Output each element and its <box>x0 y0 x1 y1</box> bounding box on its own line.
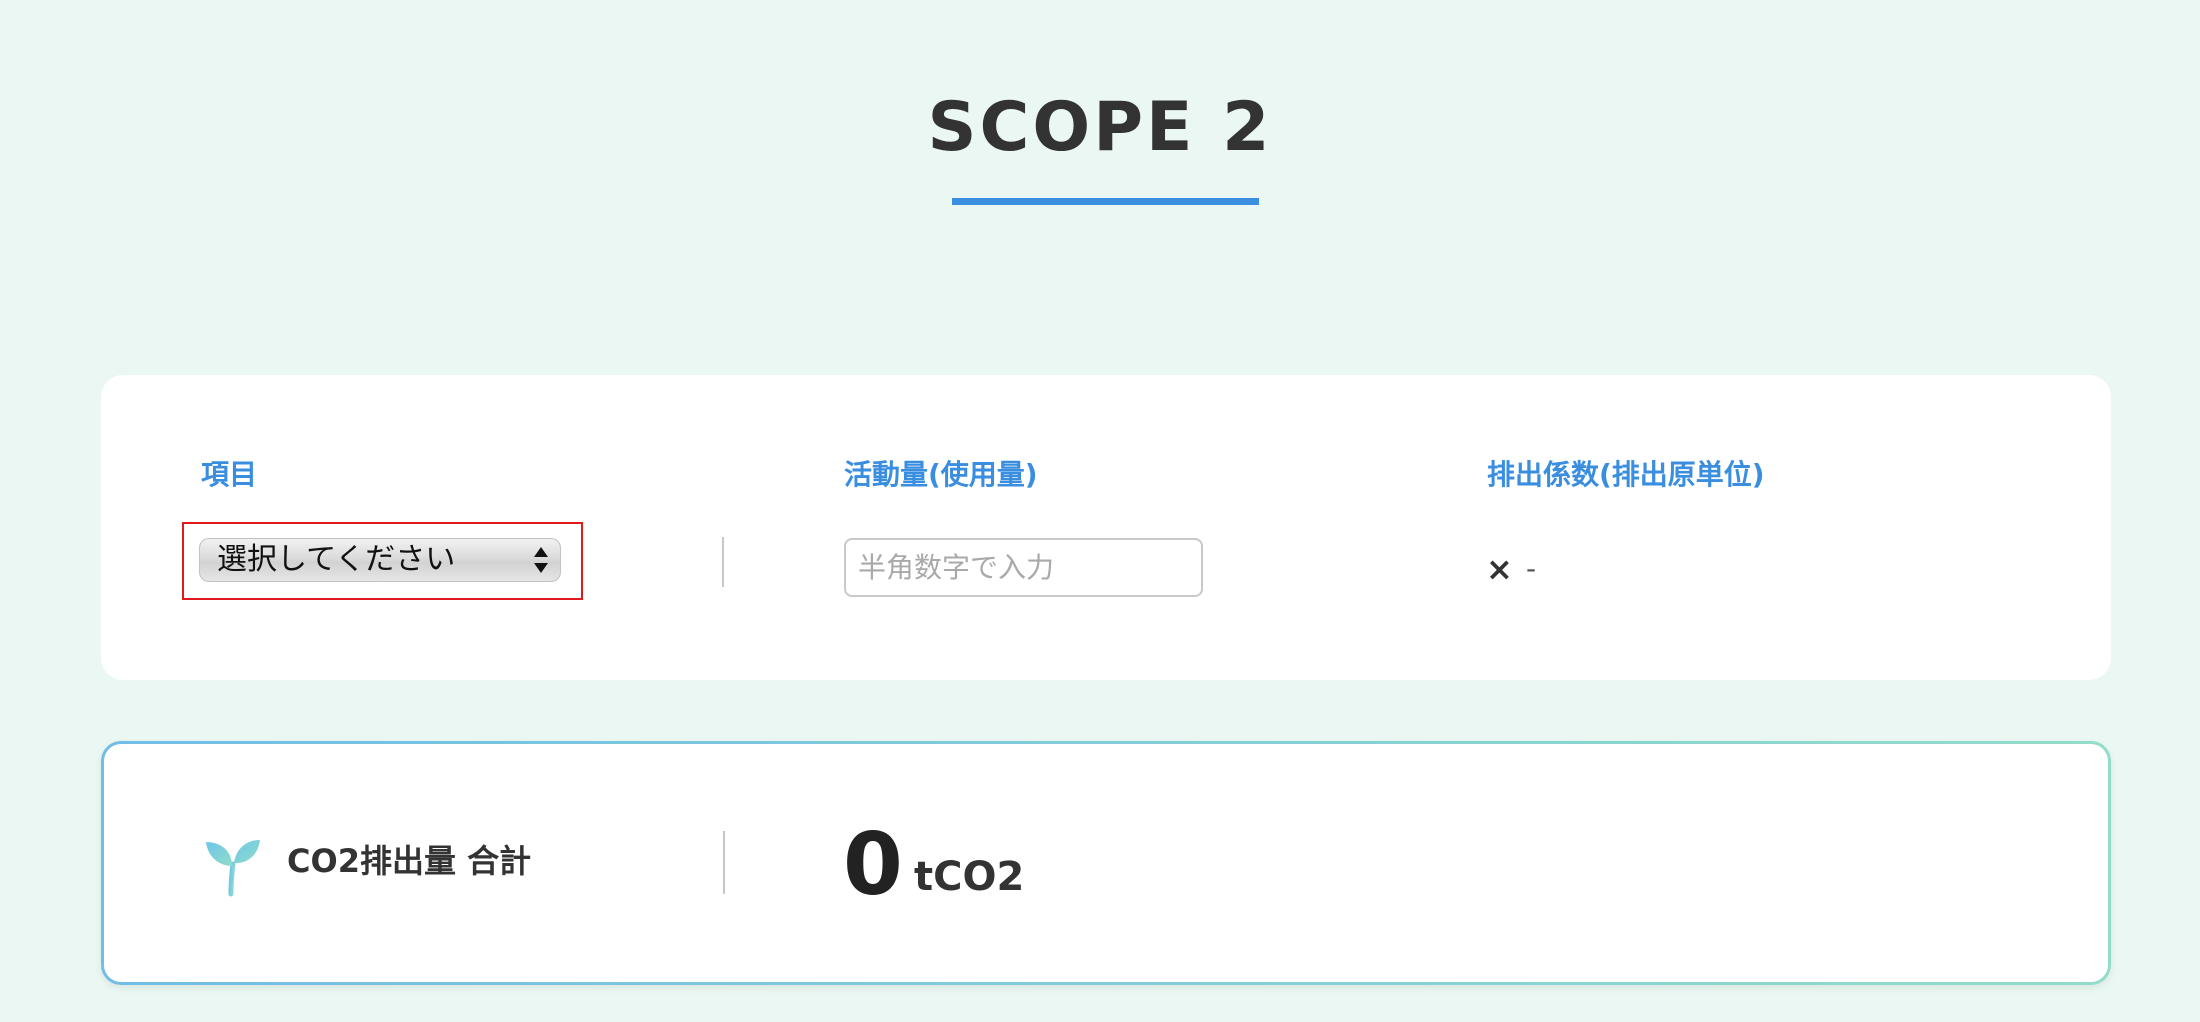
page-title: SCOPE 2 <box>927 88 1273 167</box>
column-label-factor: 排出係数(排出原単位) <box>1487 458 1765 491</box>
sprout-icon <box>206 840 260 897</box>
total-divider <box>723 831 725 894</box>
multiply-operator: × <box>1486 550 1513 588</box>
title-underline <box>952 198 1259 205</box>
column-label-item: 項目 <box>201 458 258 491</box>
item-select-value: 選択してください <box>217 542 456 577</box>
total-emissions-value: 0 <box>843 815 903 915</box>
column-divider <box>722 537 724 587</box>
emission-factor-value: - <box>1526 552 1537 585</box>
activity-amount-input[interactable] <box>844 538 1203 597</box>
column-label-activity: 活動量(使用量) <box>844 458 1038 491</box>
total-emissions-unit: tCO2 <box>914 854 1025 900</box>
select-arrows-icon <box>534 547 548 573</box>
item-select[interactable]: 選択してください <box>199 538 561 582</box>
total-emissions-label: CO2排出量 合計 <box>287 842 532 880</box>
